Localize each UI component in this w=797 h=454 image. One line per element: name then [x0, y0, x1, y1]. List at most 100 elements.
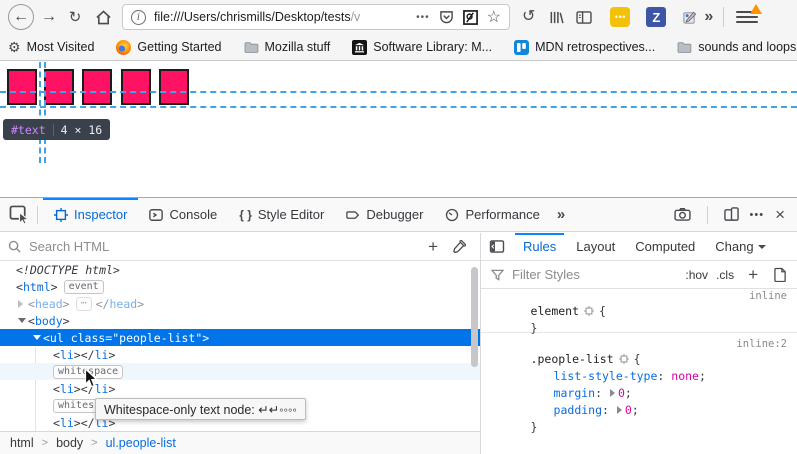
bracket: </ [96, 297, 110, 311]
sidebar-toggle-button[interactable] [576, 11, 592, 24]
bookmark-most-visited[interactable]: ⚙ Most Visited [8, 39, 94, 56]
search-icon [8, 240, 21, 253]
pocket-icon[interactable] [439, 10, 454, 24]
breadcrumb-item-html[interactable]: html [10, 436, 34, 450]
collapse-arrow-icon[interactable] [18, 318, 26, 323]
bookmark-label: Most Visited [27, 40, 95, 54]
markup-scrollbar-thumb[interactable] [471, 267, 478, 367]
bookmark-label: sounds and loops [698, 40, 796, 54]
markup-row-doctype[interactable]: <!DOCTYPE html> [0, 261, 480, 278]
element-picker-icon [9, 205, 30, 224]
markup-row-li[interactable]: <li></li> [0, 380, 480, 397]
rule-source-link[interactable]: inline:2 [736, 338, 787, 350]
search-html-input[interactable] [29, 239, 424, 254]
markup-row-ul-selected[interactable]: <ul class="people-list"> [0, 329, 480, 346]
responsive-mode-button[interactable] [724, 207, 739, 222]
tab-label: Debugger [366, 207, 423, 222]
zotero-extension-button[interactable]: Z [646, 7, 666, 27]
bracket: < [16, 280, 23, 294]
menu-button[interactable] [736, 7, 758, 27]
devtools-menu-button[interactable]: ••• [750, 209, 765, 221]
pseudo-class-toggle[interactable]: :hov [685, 268, 708, 282]
extension-yellow-button[interactable]: ••• [610, 7, 630, 27]
sidebar-tab-rules[interactable]: Rules [513, 233, 566, 261]
history-button[interactable]: ↺ [522, 9, 535, 25]
bookmark-software-library[interactable]: Software Library: M... [352, 40, 492, 55]
markup-row-html[interactable]: <html> event [0, 278, 480, 295]
tab-inspector[interactable]: Inspector [43, 198, 138, 232]
breadcrumb-item-ul[interactable]: ul.people-list [106, 436, 176, 450]
rule-source-link[interactable]: inline [749, 290, 787, 302]
site-info-icon[interactable]: i [131, 10, 146, 25]
css-property-padding[interactable]: padding: 0; [481, 389, 797, 406]
tag-name: body [35, 314, 63, 328]
filter-styles-input[interactable] [512, 267, 685, 282]
markup-row-head[interactable]: <head> ⋯ </head> [0, 295, 480, 312]
bookmark-folder-sounds-loops[interactable]: sounds and loops [677, 40, 796, 54]
notes-extension-button[interactable] [682, 10, 697, 25]
sidebar-tab-computed[interactable]: Computed [625, 233, 705, 261]
css-property-list-style-type[interactable]: list-style-type: none; [481, 355, 797, 372]
tab-console[interactable]: Console [138, 198, 228, 232]
tag-name: li [60, 348, 74, 362]
collapse-arrow-icon[interactable] [33, 335, 41, 340]
markup-row-li[interactable]: <li></li> [0, 346, 480, 363]
close-brace: } [531, 420, 538, 434]
collapsed-content-badge[interactable]: ⋯ [76, 297, 92, 311]
bookmark-getting-started[interactable]: Getting Started [116, 40, 221, 55]
tab-performance[interactable]: Performance [434, 198, 550, 232]
close-devtools-button[interactable]: × [775, 206, 785, 223]
sidebar-tab-changes[interactable]: Chang [705, 233, 775, 261]
expand-arrow-icon[interactable] [18, 300, 23, 308]
rule-element-close: } [481, 307, 797, 324]
eyedropper-icon[interactable] [452, 240, 466, 254]
page-actions-icon[interactable]: ••• [416, 12, 430, 23]
url-bar[interactable]: i file:///Users/chrismills/Desktop/tests… [122, 4, 510, 30]
bracket: > [63, 297, 70, 311]
print-styles-icon[interactable] [774, 267, 787, 282]
bookmark-mdn-retrospectives[interactable]: MDN retrospectives... [514, 40, 655, 55]
rule-element-open[interactable]: element{ inline [481, 290, 797, 307]
library-button[interactable] [549, 10, 564, 25]
add-node-button[interactable]: + [428, 237, 438, 257]
bookmark-folder-mozilla-stuff[interactable]: Mozilla stuff [244, 40, 331, 54]
tab-style-editor[interactable]: { } Style Editor [228, 198, 335, 232]
tab-label: Rules [523, 239, 556, 254]
event-badge[interactable]: event [64, 280, 104, 294]
tab-label: Chang [715, 239, 753, 254]
tab-label: Layout [576, 239, 615, 254]
class-toggle[interactable]: .cls [716, 268, 734, 282]
tab-debugger[interactable]: Debugger [335, 198, 434, 232]
markup-row-whitespace[interactable]: whitespace [0, 363, 480, 380]
toolbar-separator [37, 206, 38, 224]
bracket: > [108, 382, 115, 396]
update-warning-badge [750, 4, 762, 14]
breadcrumb-item-body[interactable]: body [56, 436, 83, 450]
toolbar-overflow-button[interactable]: » [704, 8, 713, 26]
firefox-icon [116, 40, 131, 55]
gear-icon: ⚙ [8, 39, 21, 56]
collapse-sidebar-icon[interactable] [489, 240, 505, 253]
bookmark-label: Mozilla stuff [265, 40, 331, 54]
add-rule-button[interactable]: + [748, 265, 758, 285]
reload-button[interactable]: ↻ [66, 10, 84, 25]
extension-annotate-icon[interactable] [463, 10, 478, 25]
highlighter-guide-horizontal [0, 106, 797, 108]
back-button[interactable]: ← [8, 4, 34, 30]
reload-icon: ↻ [69, 10, 82, 25]
devtools-tabs-overflow-button[interactable]: » [551, 206, 571, 223]
screenshot-button[interactable] [674, 208, 691, 221]
infobar-dimensions: 4 × 16 [61, 123, 103, 137]
element-picker-button[interactable] [6, 202, 32, 228]
bracket: < [53, 382, 60, 396]
sidebar-tab-layout[interactable]: Layout [566, 233, 625, 261]
markup-row-body[interactable]: <body> [0, 312, 480, 329]
tag-name: head [109, 297, 137, 311]
home-button[interactable] [94, 10, 112, 25]
panel-splitter[interactable] [480, 233, 481, 454]
bookmark-star-icon[interactable]: ☆ [487, 7, 501, 27]
rule-people-list-open[interactable]: .people-list{ inline:2 [481, 338, 797, 355]
css-property-margin[interactable]: margin: 0; [481, 372, 797, 389]
bracket: < [28, 314, 35, 328]
forward-button[interactable]: → [40, 9, 58, 25]
